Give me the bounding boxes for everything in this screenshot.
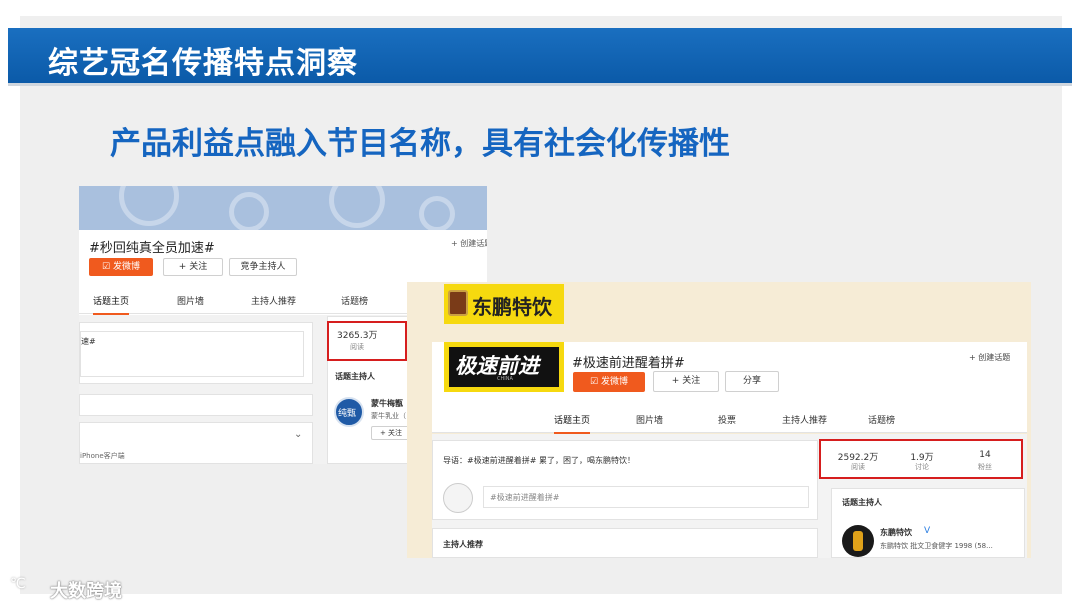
create-topic-link[interactable]: + 创建话题	[969, 352, 1010, 363]
reads-label: 阅读	[851, 463, 865, 471]
verified-icon: V	[924, 526, 931, 536]
chevron-down-icon[interactable]: ⌄	[294, 429, 302, 440]
tab-topic-rank[interactable]: 话题榜	[341, 294, 368, 307]
post-input-card: 速#	[79, 322, 313, 384]
follow-button[interactable]: + 关注	[653, 371, 719, 392]
tab-topic-home[interactable]: 话题主页	[93, 294, 130, 315]
topic-intro: 导语：#极速前进醒着拼# 累了，困了，喝东鹏特饮！	[443, 456, 635, 465]
discuss-label: 讨论	[915, 463, 929, 471]
feed-card	[79, 394, 313, 416]
post-input-text: 速#	[81, 337, 96, 346]
logo-bottom: 极速前进 CHINA	[444, 342, 564, 392]
host-recommend-title: 主持人推荐	[443, 540, 483, 549]
host-name[interactable]: 东鹏特饮	[880, 527, 912, 538]
host-section-title: 话题主持人	[842, 498, 882, 507]
post-weibo-button[interactable]: ☑ 发微博	[89, 258, 153, 276]
slide-headline: 产品利益点融入节目名称，具有社会化传播性	[110, 126, 730, 162]
tab-host-recommend[interactable]: 主持人推荐	[251, 294, 296, 307]
topic-title: #极速前进醒着拼#	[572, 356, 685, 371]
tab-topic-home[interactable]: 话题主页	[554, 413, 591, 434]
host-description: 蒙牛乳业（	[371, 412, 406, 420]
feed-card-2: ⌄ iPhone客户端	[79, 422, 313, 464]
share-button[interactable]: 分享	[725, 371, 779, 392]
host-description: 东鹏特饮 批文卫食健字 1998 (58...	[880, 542, 993, 550]
host-recommend-card: 主持人推荐	[432, 528, 818, 558]
post-weibo-label: 发微博	[112, 262, 140, 272]
post-weibo-label: 发微博	[600, 377, 628, 387]
topic-title: #秒回纯真全员加速#	[89, 241, 215, 256]
logo-china-text: CHINA	[497, 376, 513, 382]
post-input-placeholder: #极速前进醒着拼#	[490, 493, 560, 502]
device-source: iPhone客户端	[80, 452, 125, 460]
tab-vote[interactable]: 投票	[718, 413, 736, 426]
edit-icon: ☑	[590, 377, 601, 387]
title-banner: 综艺冠名传播特点洞察	[8, 28, 1072, 86]
reads-count: 3265.3万	[337, 331, 378, 341]
logo-emblem-icon	[448, 290, 468, 316]
slide-title: 综艺冠名传播特点洞察	[48, 46, 358, 81]
topic-banner-image	[79, 186, 487, 230]
host-avatar-text: 纯甄	[338, 409, 357, 419]
edit-icon: ☑	[102, 262, 113, 272]
host-section-title: 话题主持人	[335, 372, 375, 381]
logo-brand-text: 东鹏特饮	[472, 295, 552, 319]
reads-label: 阅读	[350, 343, 364, 351]
watermark-logo-icon: ℃	[10, 576, 26, 592]
user-avatar	[443, 483, 473, 513]
tab-topic-rank[interactable]: 话题榜	[868, 413, 895, 426]
tab-image-wall[interactable]: 图片墙	[636, 413, 663, 426]
compete-host-button[interactable]: 竞争主持人	[229, 258, 297, 276]
logo-top: 东鹏特饮	[444, 284, 564, 324]
topic-stats-highlight: 3265.3万 阅读	[327, 321, 407, 361]
topic-stats-highlight: 2592.2万 阅读 1.9万 讨论 14 粉丝	[819, 439, 1023, 479]
weibo-topic-screenshot-2: 东鹏特饮 极速前进 CHINA #极速前进醒着拼# + 创建话题 ☑ 发微博 +…	[407, 282, 1031, 558]
create-topic-link[interactable]: + 创建话题	[451, 238, 487, 249]
dongpeng-logo: 东鹏特饮 极速前进 CHINA	[444, 284, 564, 392]
watermark-text: 大数跨境	[50, 581, 122, 602]
post-input[interactable]: 速#	[80, 331, 304, 377]
follow-button[interactable]: + 关注	[163, 258, 223, 276]
tab-host-recommend[interactable]: 主持人推荐	[782, 413, 827, 426]
host-follow-button[interactable]: + 关注	[371, 426, 411, 440]
tab-image-wall[interactable]: 图片墙	[177, 294, 204, 307]
fans-count: 14	[979, 450, 991, 460]
host-name[interactable]: 蒙牛梅甑	[371, 398, 403, 409]
slide: 综艺冠名传播特点洞察 产品利益点融入节目名称，具有社会化传播性 #秒回纯真全员加…	[0, 0, 1080, 608]
host-avatar[interactable]	[842, 525, 874, 557]
post-weibo-button[interactable]: ☑ 发微博	[573, 372, 645, 392]
intro-card: 导语：#极速前进醒着拼# 累了，困了，喝东鹏特饮！ #极速前进醒着拼#	[432, 440, 818, 520]
host-card: 话题主持人 东鹏特饮 V 东鹏特饮 批文卫食健字 1998 (58...	[831, 488, 1025, 558]
host-avatar[interactable]: 纯甄	[334, 397, 364, 427]
post-input[interactable]: #极速前进醒着拼#	[483, 486, 809, 508]
fans-label: 粉丝	[978, 463, 992, 471]
topic-tabs: 话题主页 图片墙 投票 主持人推荐 话题榜	[432, 406, 1027, 434]
